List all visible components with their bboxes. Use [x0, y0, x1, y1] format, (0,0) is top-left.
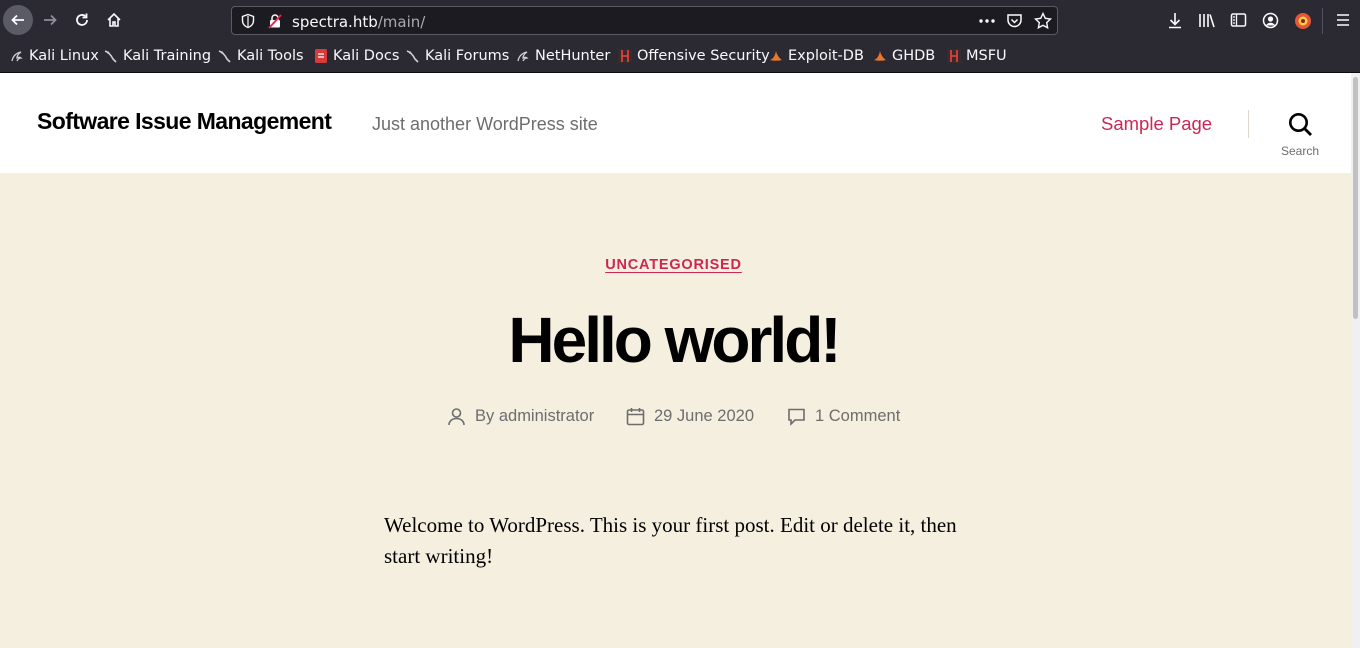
kali-dragon-icon [218, 50, 231, 63]
library-icon[interactable] [1198, 12, 1216, 28]
bookmark-offensive-security[interactable]: Offensive Security [617, 48, 770, 64]
url-host: spectra.htb [292, 13, 378, 31]
browser-toolbar: spectra.htb/main/ [0, 0, 1360, 41]
nav-sample-page[interactable]: Sample Page [1101, 113, 1212, 135]
bookmark-msfu[interactable]: MSFU [946, 48, 1007, 64]
bookmark-label: Kali Training [123, 48, 212, 64]
shield-icon [241, 13, 255, 29]
back-button[interactable] [3, 5, 33, 35]
address-bar[interactable]: spectra.htb/main/ [231, 6, 1058, 35]
bookmark-kali-forums[interactable]: Kali Forums [405, 48, 509, 64]
post-title[interactable]: Hello world! [0, 303, 1347, 377]
header-divider [1248, 110, 1249, 138]
offsec-icon [947, 49, 961, 63]
url-text: spectra.htb/main/ [292, 13, 425, 31]
calendar-icon [626, 408, 645, 426]
bookmark-exploit-db[interactable]: Exploit-DB [768, 48, 864, 64]
pocket-icon[interactable] [1006, 13, 1023, 29]
nethunter-icon [517, 51, 529, 62]
url-path: /main/ [377, 13, 426, 31]
menu-icon[interactable] [1336, 13, 1350, 27]
page-actions-icon[interactable] [978, 14, 996, 28]
comment-icon [788, 408, 805, 426]
bookmark-kali-tools[interactable]: Kali Tools [217, 48, 304, 64]
comments-text: 1 Comment [815, 407, 901, 425]
search-icon [1289, 113, 1312, 136]
bookmark-label: Kali Forums [425, 48, 510, 64]
kali-dragon-icon [406, 50, 419, 63]
sidebar-icon[interactable] [1230, 12, 1247, 28]
bookmark-label: Kali Tools [237, 48, 304, 64]
insecure-lock-icon [268, 14, 282, 29]
downloads-icon[interactable] [1167, 12, 1183, 29]
reload-icon [76, 13, 88, 26]
offsec-icon [618, 49, 632, 63]
home-icon [107, 12, 121, 27]
site-description: Just another WordPress site [372, 114, 598, 134]
kali-dragon-icon [104, 50, 117, 63]
extension-icon[interactable] [1294, 12, 1312, 30]
star-icon[interactable] [1034, 12, 1052, 30]
account-icon[interactable] [1262, 12, 1279, 29]
bookmark-kali-docs[interactable]: Kali Docs [313, 48, 399, 64]
site-header: Software Issue Management Just another W… [0, 73, 1351, 173]
kali-dragon-icon [11, 51, 23, 62]
exploit-db-icon [770, 51, 782, 61]
bookmark-kali-training[interactable]: Kali Training [103, 48, 211, 64]
reload-button[interactable] [67, 5, 97, 35]
date-text: 29 June 2020 [654, 407, 755, 425]
home-button[interactable] [99, 5, 129, 35]
bookmark-label: GHDB [892, 48, 936, 64]
post-comments[interactable]: 1 Comment [787, 407, 900, 426]
bookmark-label: Exploit-DB [788, 48, 864, 64]
bookmark-label: Offensive Security [637, 48, 770, 64]
bookmark-label: Kali Linux [29, 48, 99, 64]
bookmark-label: MSFU [966, 48, 1007, 64]
arrow-left-icon [11, 14, 24, 26]
search-label: Search [1280, 144, 1320, 158]
site-title[interactable]: Software Issue Management [37, 108, 332, 135]
scrollbar-thumb[interactable] [1353, 77, 1358, 319]
author-text: By administrator [475, 407, 595, 425]
exploit-db-icon [874, 51, 886, 61]
arrow-right-icon [44, 14, 57, 26]
forward-button[interactable] [35, 5, 65, 35]
search-toggle-button[interactable]: Search [1270, 109, 1330, 159]
bookmarks-toolbar: Kali Linux Kali Training Kali Tools Kali… [0, 41, 1360, 73]
post-category: UNCATEGORISED [0, 254, 1347, 273]
bookmark-nethunter[interactable]: NetHunter [515, 48, 610, 64]
bookmark-ghdb[interactable]: GHDB [872, 48, 935, 64]
bookmark-kali-linux[interactable]: Kali Linux [9, 48, 99, 64]
post-body: Welcome to WordPress. This is your first… [384, 513, 957, 568]
category-link[interactable]: UNCATEGORISED [605, 257, 742, 273]
user-icon [448, 408, 465, 426]
page-scrollbar[interactable] [1351, 73, 1360, 648]
bookmark-label: NetHunter [535, 48, 611, 64]
bookmark-label: Kali Docs [333, 48, 400, 64]
post-date[interactable]: 29 June 2020 [626, 407, 754, 426]
post-author[interactable]: By administrator [447, 407, 594, 426]
kali-docs-icon [315, 49, 327, 63]
toolbar-divider [1322, 8, 1323, 34]
